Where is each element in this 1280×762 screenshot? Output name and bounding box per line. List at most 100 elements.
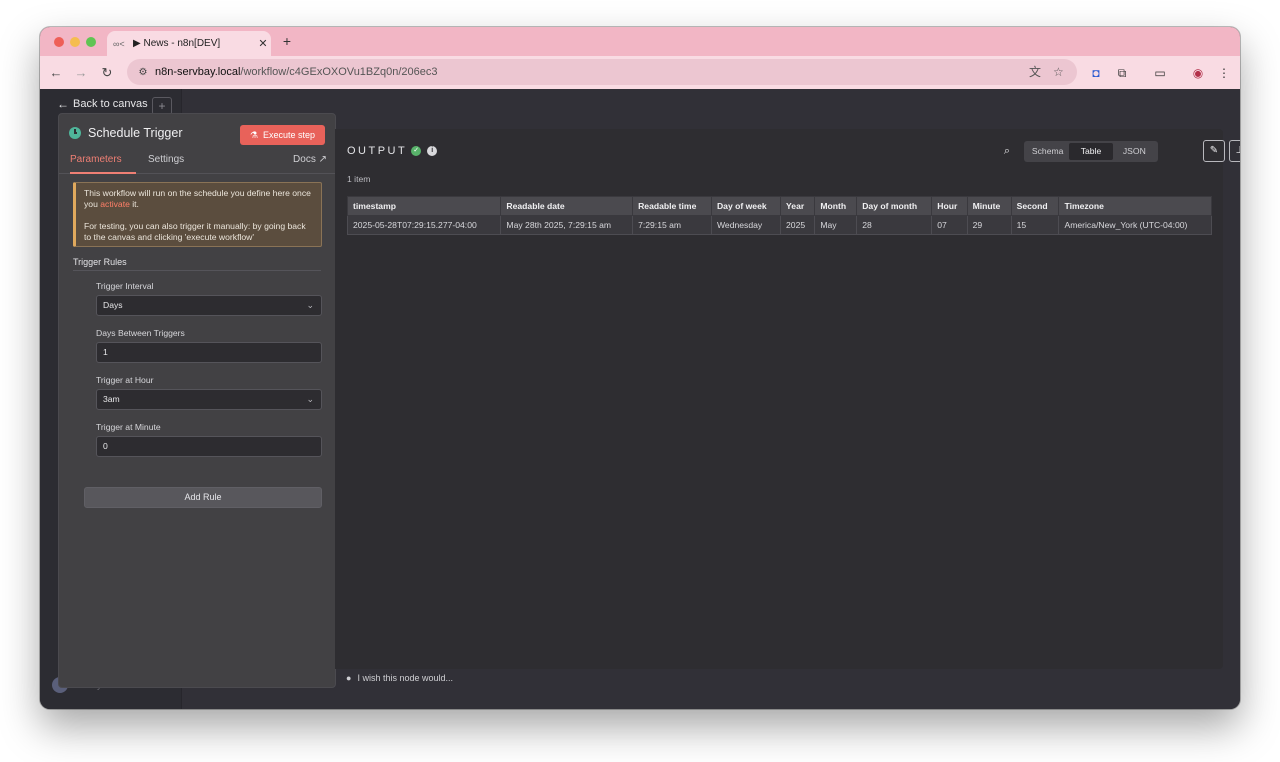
browser-toolbar: ← → ↻ ⚙ n8n-servbay.local/workflow/c4GEx… <box>40 56 1240 89</box>
node-title[interactable]: Schedule Trigger <box>88 126 183 140</box>
close-window-button[interactable] <box>54 37 64 47</box>
feedback-label: I wish this node would... <box>357 673 453 683</box>
translate-icon[interactable]: 文 <box>1029 59 1041 85</box>
table-cell[interactable]: America/New_York (UTC-04:00) <box>1058 215 1212 235</box>
trigger-at-minute-value: 0 <box>103 441 108 451</box>
table-body: 2025-05-28T07:29:15.277-04:00 May 28th 20… <box>346 215 1212 235</box>
trigger-at-minute-input[interactable]: 0 <box>96 436 322 457</box>
browser-tab[interactable]: ∞< ▶ News - n8n[DEV] ✕ <box>107 31 271 56</box>
table-header-cell[interactable]: Day of month <box>856 196 933 216</box>
table-cell[interactable]: 15 <box>1010 215 1060 235</box>
back-to-canvas-button[interactable]: ← Back to canvas <box>57 97 148 111</box>
days-between-triggers-input[interactable]: 1 <box>96 342 322 363</box>
output-panel: OUTPUT ✓ i 1 item ⌕ Schema Table JSON ✎ … <box>335 129 1240 669</box>
profile-avatar-icon[interactable]: ◉ <box>1189 64 1207 82</box>
flask-icon: ⚗ <box>249 129 259 140</box>
arrow-left-icon: ← <box>57 97 69 111</box>
trigger-at-hour-select[interactable]: 3am ⌄ <box>96 389 322 410</box>
activation-notice: This workflow will run on the schedule y… <box>73 182 322 247</box>
table-header-cell[interactable]: Year <box>780 196 816 216</box>
new-tab-button[interactable]: + <box>278 32 296 50</box>
table-cell[interactable]: 2025-05-28T07:29:15.277-04:00 <box>346 215 502 235</box>
table-header-cell[interactable]: Day of week <box>710 196 782 216</box>
item-count: 1 item <box>347 174 371 184</box>
table-header-cell[interactable]: timestamp <box>346 196 502 216</box>
view-schema-button[interactable]: Schema <box>1026 143 1069 160</box>
execute-step-button[interactable]: ⚗ Execute step <box>240 125 325 145</box>
url-path: /workflow/c4GExOXOVu1BZq0n/206ec3 <box>240 66 438 78</box>
node-tabs: Parameters Settings Docs ↗ <box>59 154 337 174</box>
info-icon[interactable]: i <box>427 146 438 156</box>
docs-label: Docs <box>293 154 316 165</box>
docs-link[interactable]: Docs ↗ <box>293 154 327 165</box>
trigger-interval-label: Trigger Interval <box>96 281 154 291</box>
output-title: OUTPUT <box>347 145 408 157</box>
table-cell[interactable]: May 28th 2025, 7:29:15 am <box>500 215 634 235</box>
activate-link[interactable]: activate <box>100 199 130 209</box>
table-row: 2025-05-28T07:29:15.277-04:00 May 28th 20… <box>346 215 1212 235</box>
lightbulb-icon: ● <box>346 673 352 683</box>
extensions-puzzle-icon[interactable]: ⧉ <box>1113 64 1131 82</box>
back-to-canvas-label: Back to canvas <box>73 98 148 110</box>
table-cell[interactable]: Wednesday <box>710 215 782 235</box>
tab-strip: ∞< ▶ News - n8n[DEV] ✕ + <box>40 27 1240 56</box>
bookmark-star-icon[interactable]: ☆ <box>1053 59 1064 85</box>
pin-icon: ⊥ <box>1236 145 1240 156</box>
tab-settings[interactable]: Settings <box>148 154 184 174</box>
bitwarden-icon[interactable]: ◘ <box>1087 64 1105 82</box>
menu-kebab-icon[interactable]: ⋮ <box>1215 64 1233 82</box>
trigger-at-hour-label: Trigger at Hour <box>96 375 154 385</box>
table-header-cell[interactable]: Month <box>814 196 858 216</box>
tab-title: ▶ News - n8n[DEV] <box>133 38 221 49</box>
node-header: Schedule Trigger <box>69 126 183 140</box>
chevron-down-icon: ⌄ <box>306 394 314 404</box>
tab-search-icon[interactable]: ▭ <box>1151 64 1169 82</box>
table-cell[interactable]: 7:29:15 am <box>632 215 712 235</box>
trigger-at-hour-value: 3am <box>103 394 120 404</box>
close-tab-icon[interactable]: ✕ <box>255 37 271 50</box>
pin-data-button[interactable]: ⊥ <box>1229 140 1240 162</box>
trigger-at-minute-label: Trigger at Minute <box>96 422 161 432</box>
forward-arrow-icon[interactable]: → <box>72 64 90 82</box>
edit-output-button[interactable]: ✎ <box>1203 140 1225 162</box>
external-link-icon: ↗ <box>318 154 327 165</box>
tab-parameters[interactable]: Parameters <box>70 154 136 174</box>
n8n-app: ← Back to canvas + Sunny Fish Schedule T… <box>40 89 1240 709</box>
minimize-window-button[interactable] <box>70 37 80 47</box>
output-table: timestamp Readable date Readable time Day o… <box>346 196 1212 235</box>
table-cell[interactable]: 29 <box>966 215 1012 235</box>
execute-step-label: Execute step <box>263 130 316 140</box>
view-json-button[interactable]: JSON <box>1113 143 1156 160</box>
back-arrow-icon[interactable]: ← <box>47 64 65 82</box>
node-parameters-panel: Schedule Trigger ⚗ Execute step Paramete… <box>58 113 337 688</box>
search-icon[interactable]: ⌕ <box>1000 145 1014 159</box>
site-info-icon[interactable]: ⚙ <box>131 67 155 78</box>
chevron-down-icon: ⌄ <box>306 300 314 310</box>
url-host: n8n-servbay.local <box>155 66 241 78</box>
browser-window: ∞< ▶ News - n8n[DEV] ✕ + ← → ↻ ⚙ n8n-ser… <box>40 27 1240 709</box>
add-rule-button[interactable]: Add Rule <box>84 487 322 508</box>
days-between-triggers-label: Days Between Triggers <box>96 328 185 338</box>
trigger-interval-value: Days <box>103 300 123 310</box>
table-cell[interactable]: May <box>814 215 858 235</box>
table-header-cell[interactable]: Timezone <box>1058 196 1212 216</box>
address-bar[interactable]: ⚙ n8n-servbay.local/workflow/c4GExOXOVu1… <box>127 59 1077 85</box>
table-cell[interactable]: 2025 <box>780 215 816 235</box>
table-cell[interactable]: 28 <box>856 215 933 235</box>
table-header-cell[interactable]: Minute <box>966 196 1012 216</box>
notice-text-end: it. <box>129 199 139 209</box>
output-heading: OUTPUT ✓ i <box>347 145 438 157</box>
feedback-link[interactable]: ● I wish this node would... <box>346 673 453 683</box>
table-header-cell[interactable]: Hour <box>931 196 968 216</box>
table-cell[interactable]: 07 <box>931 215 968 235</box>
pencil-icon: ✎ <box>1209 145 1219 156</box>
table-header-cell[interactable]: Readable date <box>500 196 634 216</box>
maximize-window-button[interactable] <box>86 37 96 47</box>
days-between-triggers-value: 1 <box>103 347 108 357</box>
table-header-cell[interactable]: Second <box>1010 196 1060 216</box>
reload-icon[interactable]: ↻ <box>98 64 116 82</box>
table-header-cell[interactable]: Readable time <box>632 196 712 216</box>
trigger-interval-select[interactable]: Days ⌄ <box>96 295 322 316</box>
view-table-button[interactable]: Table <box>1069 143 1113 160</box>
clock-icon <box>69 127 81 139</box>
